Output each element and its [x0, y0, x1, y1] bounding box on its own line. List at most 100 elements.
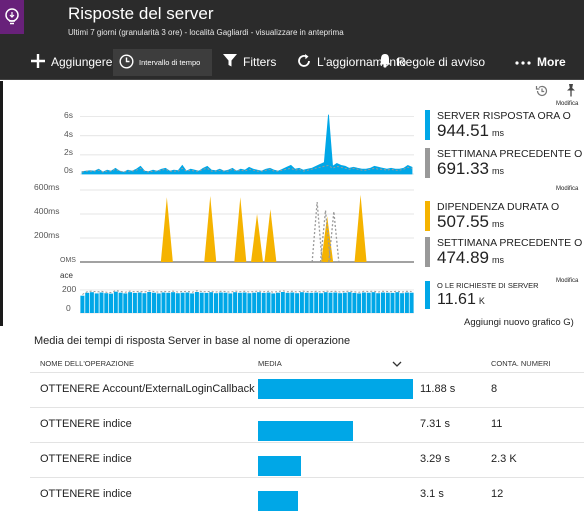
average-value: 7.31 s [420, 418, 450, 430]
metric-number: 691.33 [437, 159, 489, 178]
request-bar [309, 292, 314, 313]
average-bar [258, 421, 354, 441]
request-bar [218, 292, 223, 313]
column-header-count[interactable]: CONTA. NUMERI [491, 359, 550, 368]
metric-value: 507.55 ms [437, 212, 504, 232]
request-bar [357, 293, 362, 313]
metric-unit: ms [492, 255, 504, 265]
table-row[interactable]: OTTENERE indice 3.1 s 12 [30, 477, 584, 511]
dependency-previous-metric[interactable]: SETTIMANA PRECEDENTE O 474.89 ms [425, 237, 582, 273]
filters-label: Fitters [243, 55, 277, 69]
table-row[interactable]: OTTENERE indice 7.31 s 11 [30, 407, 584, 441]
server-requests-chart [80, 289, 414, 314]
request-bar [347, 292, 352, 313]
metric-unit: K [478, 296, 485, 306]
request-bar [152, 292, 156, 313]
request-bar [214, 293, 218, 313]
average-bar [258, 456, 301, 476]
refresh-icon [296, 53, 312, 72]
operation-name: OTTENERE Account/ExternalLoginCallback [40, 383, 255, 395]
metric-color-bar [425, 148, 430, 178]
edit-link[interactable]: Modifica [556, 101, 578, 107]
request-bar [342, 292, 347, 313]
request-bar [190, 293, 195, 313]
bell-icon [378, 53, 392, 71]
request-bar [328, 292, 333, 313]
request-bar [128, 292, 133, 313]
y-tick-label: 2s [64, 147, 73, 157]
add-new-chart-link[interactable]: Aggiungi nuovo grafico G) [464, 317, 574, 328]
table-row[interactable]: OTTENERE indice 3.29 s 2.3 K [30, 442, 584, 476]
request-bar [113, 291, 118, 313]
dependency-duration-metric[interactable]: DIPENDENZA DURATA O 507.55 ms [425, 201, 580, 237]
column-header-average[interactable]: MEDIA [258, 359, 282, 368]
y-tick-label: 4s [64, 129, 73, 139]
more-button[interactable]: More [514, 44, 566, 80]
y-tick-label: 200ms [34, 230, 60, 240]
request-bar [366, 292, 371, 313]
request-bar [256, 292, 261, 313]
request-bar [314, 292, 319, 313]
metric-value: 474.89 ms [437, 248, 504, 268]
count-value: 11 [491, 418, 503, 430]
clock-icon [119, 54, 134, 71]
request-bar [266, 292, 271, 313]
y-tick-label: OMS [60, 257, 76, 264]
edit-link[interactable]: Modifica [556, 186, 578, 192]
request-bar [395, 292, 400, 313]
y-tick-label: 400ms [34, 206, 60, 216]
y-tick-label: 0s [64, 165, 73, 175]
request-bar [290, 292, 295, 313]
operation-name: OTTENERE indice [40, 418, 132, 430]
request-bar [161, 292, 166, 313]
metric-number: 507.55 [437, 212, 489, 231]
request-bar [323, 292, 328, 313]
dependency-spike [264, 209, 277, 262]
request-bar [352, 292, 357, 313]
request-bar [319, 293, 323, 313]
dependency-spike [204, 196, 217, 262]
server-response-metric[interactable]: SERVER RISPOSTA ORA O 944.51 ms [425, 110, 580, 146]
request-bar [104, 293, 109, 313]
request-bar [194, 292, 199, 313]
request-bar [171, 292, 176, 313]
request-bar [180, 292, 185, 313]
time-range-button[interactable]: Intervallo di tempo [113, 49, 212, 76]
request-bar [142, 293, 147, 313]
request-bar [361, 292, 366, 313]
operation-name: OTTENERE indice [40, 488, 132, 500]
request-bar [99, 292, 104, 313]
metric-number: 944.51 [437, 121, 489, 140]
metric-color-bar [425, 110, 430, 140]
more-label: More [537, 55, 566, 69]
request-bar [242, 292, 247, 313]
filter-icon [222, 53, 238, 71]
request-bar [89, 292, 94, 313]
request-bar [118, 292, 123, 313]
pin-icon[interactable] [565, 83, 577, 102]
request-bar [261, 292, 266, 313]
request-bar [156, 293, 161, 313]
plus-icon [30, 53, 46, 72]
server-requests-metric[interactable]: O LE RICHIESTE DI SERVER 11.61 K [425, 281, 580, 315]
y-tick-label: 0 [66, 303, 71, 313]
column-header-operation[interactable]: NOME DELL'OPERAZIONE [40, 359, 134, 368]
sort-chevron-icon[interactable] [392, 355, 402, 373]
filters-button[interactable]: Fitters [222, 44, 276, 80]
metric-unit: ms [492, 219, 504, 229]
metric-color-bar [425, 237, 430, 267]
metric-value: 944.51 ms [437, 121, 504, 141]
average-bar [258, 491, 299, 511]
metric-value: 11.61 K [437, 291, 485, 309]
request-bar [228, 293, 233, 313]
request-bar [185, 292, 190, 313]
request-bar [123, 293, 128, 313]
response-time-chart [80, 114, 414, 175]
count-value: 2.3 K [491, 453, 517, 465]
alert-rules-button[interactable]: Regole di avviso [378, 44, 485, 80]
server-response-previous-metric[interactable]: SETTIMANA PRECEDENTE O 691.33 ms [425, 148, 582, 184]
table-row[interactable]: OTTENERE Account/ExternalLoginCallback 11… [30, 372, 584, 406]
page-title: Risposte del server [68, 4, 214, 23]
history-icon[interactable] [535, 84, 549, 103]
request-bar [223, 292, 228, 313]
